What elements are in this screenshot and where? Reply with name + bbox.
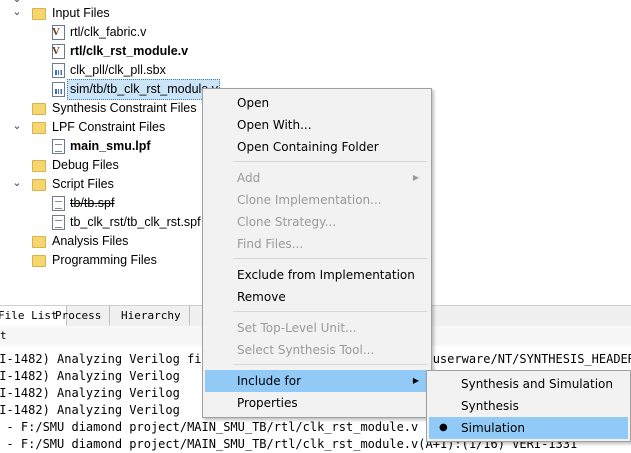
menu-item-label: Select Synthesis Tool... — [237, 343, 375, 357]
menu-item-label: Open With... — [237, 118, 312, 132]
folder-icon — [32, 102, 46, 115]
tree-item-synthesis-constraint[interactable]: Synthesis Constraint Files — [32, 99, 197, 118]
tree-item-label: tb_clk_rst/tb_clk_rst.spf — [70, 215, 201, 229]
tab-hierarchy[interactable]: Hierarchy — [113, 306, 190, 325]
menu-item-label: Simulation — [461, 421, 525, 435]
folder-icon — [32, 159, 46, 172]
verilog-file-icon — [52, 23, 65, 42]
console-line: RI-1482) Analyzing Verilog — [0, 403, 180, 417]
include-for-submenu: Synthesis and Simulation Synthesis ● Simu… — [426, 370, 631, 442]
sim-file-icon — [52, 82, 65, 97]
submenu-arrow-icon: ▶ — [412, 376, 419, 385]
folder-icon — [32, 235, 46, 248]
tree-item-debug-files[interactable]: Debug Files — [32, 156, 119, 175]
console-line: RI-1482) Analyzing Verilog — [0, 369, 180, 383]
selected-bullet-icon: ● — [439, 422, 448, 433]
tree-item-label: LPF Constraint Files — [52, 120, 166, 134]
menu-separator — [233, 258, 427, 259]
menu-separator — [233, 311, 427, 312]
tree-item-label: Synthesis Constraint Files — [52, 101, 197, 115]
menu-separator — [233, 161, 427, 162]
menu-item-open-containing-folder[interactable]: Open Containing Folder — [205, 136, 429, 158]
menu-item-label: Clone Strategy... — [237, 215, 337, 229]
menu-item-synthesis[interactable]: Synthesis — [429, 395, 628, 417]
tree-item-label: rtl/clk_fabric.v — [70, 25, 147, 39]
console-line: 0 - F:/SMU diamond project/MAIN_SMU_TB/r… — [0, 420, 419, 434]
collapse-chevron-icon[interactable]: ⌄ — [12, 3, 22, 22]
tree-item-label: Script Files — [52, 177, 114, 191]
menu-item-label: Exclude from Implementation — [237, 268, 415, 282]
menu-item-label: Remove — [237, 290, 286, 304]
folder-icon — [32, 121, 46, 134]
tree-item-file[interactable]: main_smu.lpf — [52, 137, 151, 156]
context-menu: Open Open With... Open Containing Folder… — [202, 88, 432, 418]
menu-item-add[interactable]: Add ▶ — [205, 167, 429, 189]
folder-icon — [32, 178, 46, 191]
menu-item-remove[interactable]: Remove — [205, 286, 429, 308]
menu-item-clone-strategy[interactable]: Clone Strategy... — [205, 211, 429, 233]
tree-item-file[interactable]: rtl/clk_fabric.v — [52, 23, 146, 42]
tab-label: Hierarchy — [121, 309, 181, 322]
menu-item-include-for[interactable]: Include for ▶ — [205, 370, 429, 392]
menu-item-label: Open — [237, 96, 270, 110]
menu-separator — [233, 364, 427, 365]
tab-label: Process — [55, 309, 102, 322]
menu-item-label: Include for — [237, 374, 301, 388]
collapse-chevron-icon[interactable]: ⌄ — [12, 174, 22, 193]
script-file-icon — [52, 196, 65, 211]
menu-item-label: Set Top-Level Unit... — [237, 321, 357, 335]
tree-item-label: Programming Files — [52, 253, 157, 267]
tree-item-file[interactable]: clk_pll/clk_pll.sbx — [52, 61, 166, 80]
tree-item-input-files[interactable]: Input Files — [32, 4, 110, 23]
tab-process[interactable]: Process — [47, 306, 111, 325]
menu-item-label: Open Containing Folder — [237, 140, 379, 154]
tree-item-label: clk_pll/clk_pll.sbx — [70, 63, 166, 77]
tree-item-file-selected[interactable]: sim/tb/tb_clk_rst_module.v — [52, 79, 220, 100]
sbx-file-icon — [52, 63, 65, 78]
tree-item-script-files[interactable]: Script Files — [32, 175, 114, 194]
lpf-file-icon — [52, 139, 65, 154]
verilog-file-icon — [52, 42, 65, 61]
menu-item-open-with[interactable]: Open With... — [205, 114, 429, 136]
menu-item-label: Synthesis — [461, 399, 519, 413]
menu-item-find-files[interactable]: Find Files... — [205, 233, 429, 255]
tree-item-label: sim/tb/tb_clk_rst_module.v — [67, 79, 220, 100]
folder-icon — [32, 254, 46, 267]
tree-item-analysis-files[interactable]: Analysis Files — [32, 232, 128, 251]
tree-item-file[interactable]: tb/tb.spf — [52, 194, 114, 213]
menu-item-set-top-level[interactable]: Set Top-Level Unit... — [205, 317, 429, 339]
tree-item-programming-files[interactable]: Programming Files — [32, 251, 157, 270]
menu-item-exclude[interactable]: Exclude from Implementation — [205, 264, 429, 286]
menu-item-label: Add — [237, 171, 261, 185]
tree-item-file[interactable]: tb_clk_rst/tb_clk_rst.spf — [52, 213, 201, 232]
menu-item-synthesis-and-simulation[interactable]: Synthesis and Simulation — [429, 373, 628, 395]
console-line: RI-1482) Analyzing Verilog — [0, 386, 180, 400]
tree-item-file[interactable]: rtl/clk_rst_module.v — [52, 42, 188, 61]
menu-item-label: Properties — [237, 396, 298, 410]
tree-item-label: Input Files — [52, 6, 110, 20]
tree-item-label: main_smu.lpf — [70, 139, 151, 153]
menu-item-properties[interactable]: Properties — [205, 392, 429, 414]
menu-item-label: Synthesis and Simulation — [461, 377, 613, 391]
menu-item-simulation[interactable]: ● Simulation — [429, 417, 628, 439]
menu-item-label: Clone Implementation... — [237, 193, 382, 207]
folder-icon — [32, 7, 46, 20]
script-file-icon — [52, 215, 65, 230]
tree-item-label: Analysis Files — [52, 234, 129, 248]
collapse-chevron-icon[interactable]: ⌄ — [12, 117, 22, 136]
tree-item-label: Debug Files — [52, 158, 119, 172]
menu-item-select-synthesis-tool[interactable]: Select Synthesis Tool... — [205, 339, 429, 361]
menu-item-clone-implementation[interactable]: Clone Implementation... — [205, 189, 429, 211]
console-header-label: t — [0, 329, 7, 342]
submenu-arrow-icon: ▶ — [412, 173, 419, 182]
menu-item-open[interactable]: Open — [205, 92, 429, 114]
menu-item-label: Find Files... — [237, 237, 304, 251]
tree-item-label: rtl/clk_rst_module.v — [70, 44, 189, 58]
tree-item-label: tb/tb.spf — [70, 196, 115, 210]
tree-item-lpf-constraint[interactable]: LPF Constraint Files — [32, 118, 165, 137]
